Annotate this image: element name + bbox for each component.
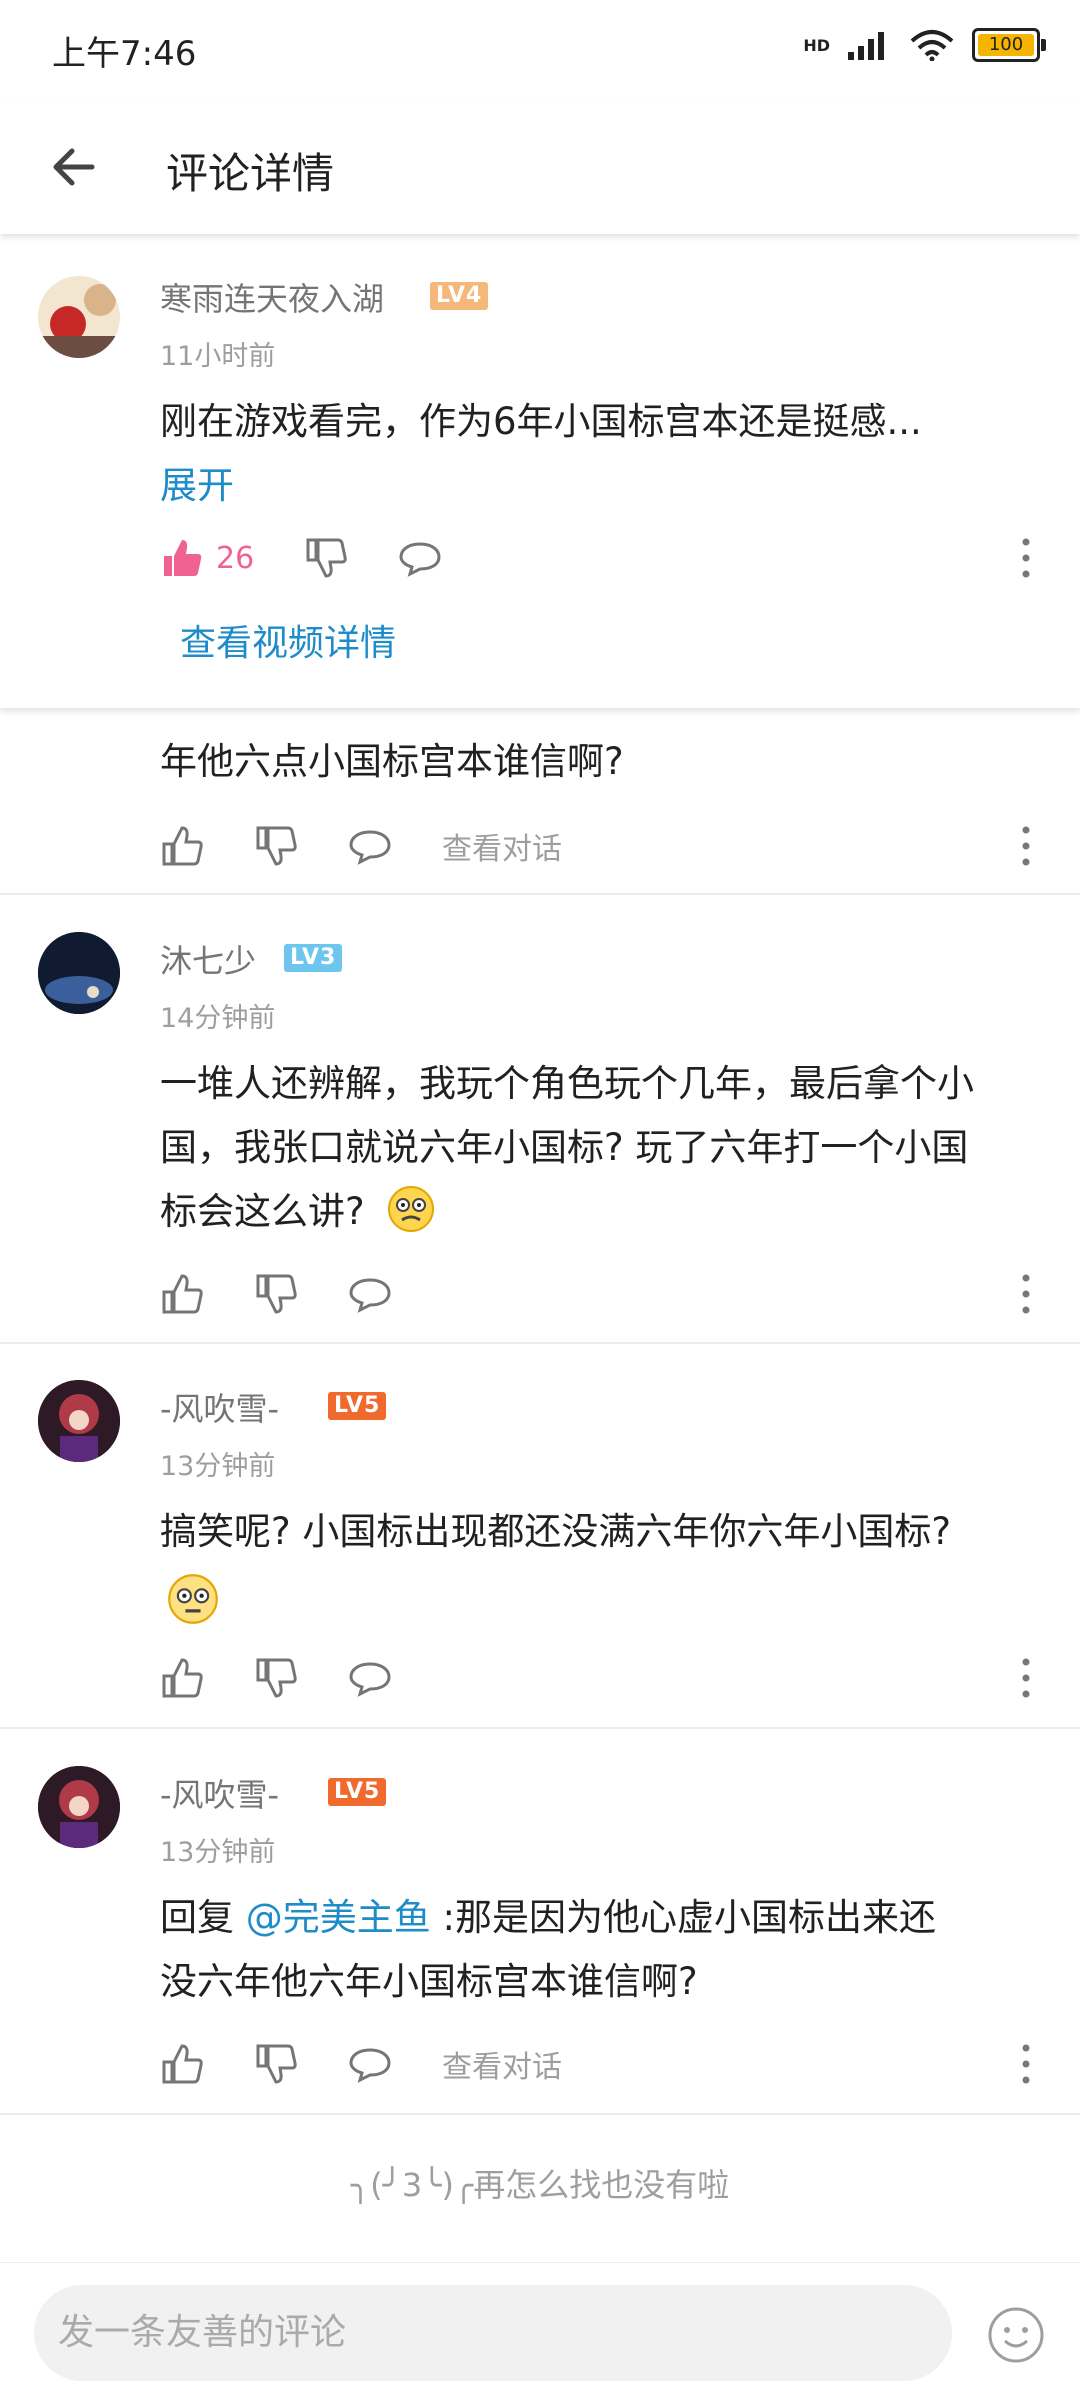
status-icons: HD 100 [803,28,1046,62]
comment-text-line: 回复 @完美主鱼 :那是因为他心虚小国标出来还 [160,1886,936,1950]
wifi-icon [910,30,954,61]
comment-input[interactable]: 发一条友善的评论 [34,2285,952,2381]
signal-icon [848,32,884,60]
comment-actions: 查看对话 [160,816,562,876]
like-count: 26 [216,540,255,576]
comment-input-bar: 发一条友善的评论 [0,2262,1080,2401]
page-title: 评论详情 [166,149,335,198]
like-icon[interactable] [160,824,204,868]
more-options-icon[interactable] [1016,2042,1036,2086]
dislike-icon[interactable] [254,1656,298,1700]
status-bar: 上午7:46 HD 100 [0,0,1080,100]
comment-text-line: 搞笑呢? 小国标出现都还没满六年你六年小国标? [160,1510,952,1553]
comment-actions [160,1648,442,1708]
shocked-emoji-icon [388,1186,435,1232]
view-conversation-link[interactable]: 查看对话 [442,824,562,868]
level-badge: LV5 [328,1778,387,1806]
like-icon[interactable] [160,2042,204,2086]
divider [0,2113,1080,2115]
dislike-icon[interactable] [254,824,298,868]
more-options-icon[interactable] [1016,536,1036,580]
status-time: 上午7:46 [52,34,197,74]
comment-actions: 26 [160,528,492,588]
level-badge: LV5 [328,1392,387,1420]
comment-actions [160,1264,442,1324]
like-filled-icon[interactable] [160,536,204,580]
emoji-picker-icon[interactable] [986,2305,1046,2365]
comment-text-line: 一堆人还辨解，我玩个角色玩个几年，最后拿个小 [160,1062,974,1105]
comment-time: 14分钟前 [160,1003,276,1034]
comment-time: 13分钟前 [160,1837,276,1868]
view-video-link[interactable]: 查看视频详情 [180,614,396,666]
more-options-icon[interactable] [1016,1272,1036,1316]
avatar[interactable] [38,1380,120,1462]
level-badge: LV3 [284,944,343,972]
comment-time: 11小时前 [160,341,276,372]
reply-icon[interactable] [348,824,392,868]
like-icon[interactable] [160,1272,204,1316]
username[interactable]: 寒雨连天夜入湖 [160,274,384,320]
battery-icon: 100 [972,28,1046,62]
divider [0,893,1080,895]
username[interactable]: -风吹雪- [160,1384,279,1430]
avatar[interactable] [38,276,120,358]
avatar[interactable] [38,1766,120,1848]
pinned-comment: 寒雨连天夜入湖 LV4 11小时前 刚在游戏看完，作为6年小国标宫本还是挺感..… [0,238,1080,708]
reply-prefix: 回复 [160,1896,246,1939]
reply-icon[interactable] [348,1656,392,1700]
battery-level: 100 [988,34,1024,55]
end-of-list-note: ╮(╯3╰)╭再怎么找也没有啦 [350,2166,730,2204]
comment-actions: 查看对话 [160,2034,562,2094]
more-options-icon[interactable] [1016,1656,1036,1700]
comment-text-line: 国，我张口就说六年小国标? 玩了六年打一个小国 [160,1126,969,1169]
dislike-icon[interactable] [254,2042,298,2086]
view-conversation-link[interactable]: 查看对话 [442,2042,562,2086]
level-badge: LV4 [430,282,489,310]
comment-text-line: 没六年他六年小国标宫本谁信啊? [160,1960,698,2003]
reply-icon[interactable] [348,2042,392,2086]
expand-link[interactable]: 展开 [160,454,234,518]
speechless-emoji-icon [168,1574,218,1624]
comment-text: 刚在游戏看完，作为6年小国标宫本还是挺感... [160,400,922,443]
more-options-icon[interactable] [1016,824,1036,868]
comment-time: 13分钟前 [160,1451,276,1482]
mention-link[interactable]: @完美主鱼 [246,1896,431,1939]
app-header: 评论详情 [0,100,1080,234]
dislike-icon[interactable] [304,536,348,580]
divider [0,1342,1080,1344]
dislike-icon[interactable] [254,1272,298,1316]
back-arrow-icon[interactable] [44,132,114,202]
divider [0,1727,1080,1729]
like-icon[interactable] [160,1656,204,1700]
reply-icon[interactable] [398,536,442,580]
comment-text-segment: :那是因为他心虚小国标出来还 [430,1896,936,1939]
avatar[interactable] [38,932,120,1014]
comment-text-line: 标会这么讲? [160,1180,436,1244]
username[interactable]: 沐七少 [160,936,256,982]
reply-icon[interactable] [348,1272,392,1316]
network-label: HD [803,35,830,55]
username[interactable]: -风吹雪- [160,1770,279,1816]
comment-text-segment: 标会这么讲? [160,1190,365,1233]
partial-comment-text: 年他六点小国标宫本谁信啊? [160,740,624,783]
